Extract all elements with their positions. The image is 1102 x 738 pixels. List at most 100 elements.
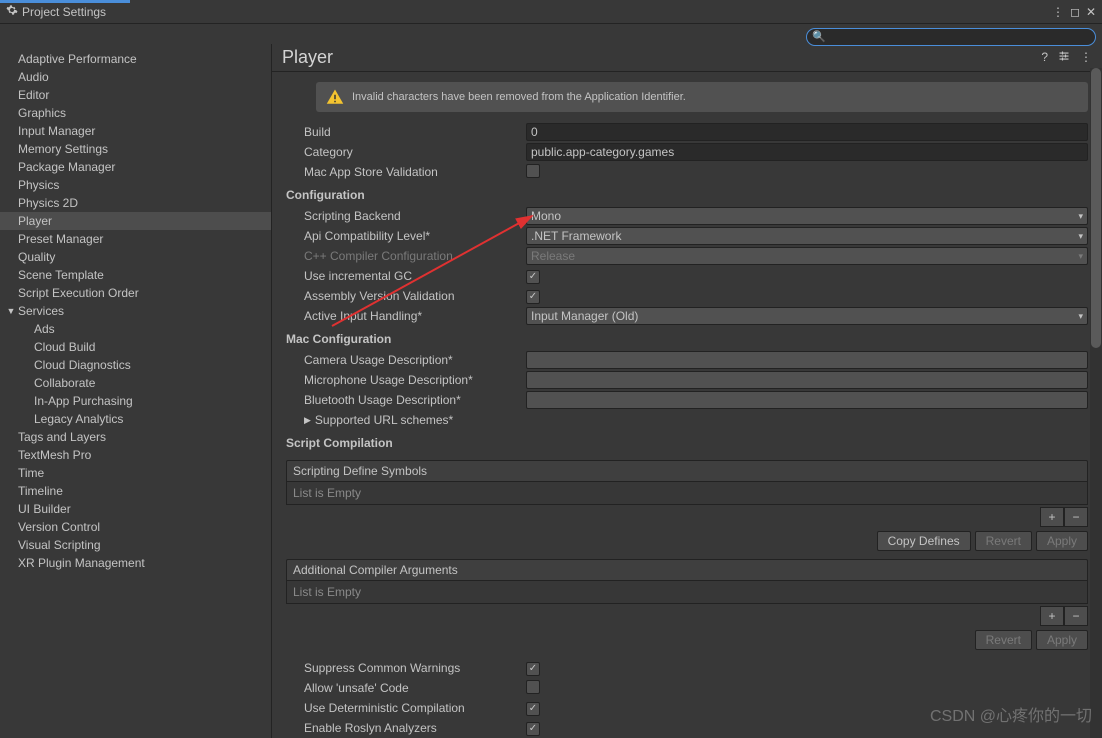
cpp-compiler-dropdown: Release▾ (526, 247, 1088, 265)
sidebar-item-scene-template[interactable]: Scene Template (0, 266, 271, 284)
compiler-args-header: Additional Compiler Arguments (286, 559, 1088, 581)
sidebar-item-cloud-build[interactable]: Cloud Build (0, 338, 271, 356)
scrollbar-thumb[interactable] (1091, 68, 1101, 348)
foldout-icon[interactable]: ▶ (304, 415, 311, 426)
menu-icon[interactable]: ⋮ (1080, 50, 1092, 65)
sidebar-item-collaborate[interactable]: Collaborate (0, 374, 271, 392)
sidebar-item-time[interactable]: Time (0, 464, 271, 482)
section-configuration: Configuration (286, 182, 1088, 206)
add-button[interactable]: + (1040, 507, 1064, 527)
compiler-args-list: List is Empty (286, 581, 1088, 604)
section-script-compilation: Script Compilation (286, 430, 1088, 454)
allow-unsafe-label: Allow 'unsafe' Code (286, 681, 526, 695)
roslyn-checkbox[interactable]: ✓ (526, 722, 540, 736)
menu-icon[interactable]: ⋮ (1052, 5, 1064, 19)
warning-text: Invalid characters have been removed fro… (352, 91, 686, 103)
warning-box: Invalid characters have been removed fro… (316, 82, 1088, 112)
revert-button: Revert (975, 531, 1032, 551)
add-button[interactable]: + (1040, 606, 1064, 626)
titlebar: Project Settings ⋮ ◻ ✕ (0, 0, 1102, 24)
microphone-label: Microphone Usage Description* (286, 373, 526, 387)
active-input-dropdown[interactable]: Input Manager (Old)▾ (526, 307, 1088, 325)
gear-icon (6, 4, 18, 19)
roslyn-label: Enable Roslyn Analyzers (286, 721, 526, 735)
sidebar-item-player[interactable]: Player (0, 212, 271, 230)
revert-button: Revert (975, 630, 1032, 650)
sidebar-item-preset-manager[interactable]: Preset Manager (0, 230, 271, 248)
active-input-label: Active Input Handling* (286, 309, 526, 323)
sidebar-item-physics[interactable]: Physics (0, 176, 271, 194)
category-input[interactable] (526, 143, 1088, 161)
sidebar-item-package-manager[interactable]: Package Manager (0, 158, 271, 176)
sidebar-item-tags-and-layers[interactable]: Tags and Layers (0, 428, 271, 446)
asm-validation-label: Assembly Version Validation (286, 289, 526, 303)
sidebar-item-physics-2d[interactable]: Physics 2D (0, 194, 271, 212)
incremental-gc-label: Use incremental GC (286, 269, 526, 283)
chevron-down-icon: ▾ (1078, 211, 1083, 222)
microphone-input[interactable] (526, 371, 1088, 389)
camera-label: Camera Usage Description* (286, 353, 526, 367)
warning-icon (326, 88, 344, 106)
remove-button[interactable]: − (1064, 507, 1088, 527)
search-input[interactable] (806, 28, 1096, 46)
sidebar-item-quality[interactable]: Quality (0, 248, 271, 266)
help-icon[interactable]: ? (1041, 50, 1048, 65)
sidebar-item-ads[interactable]: Ads (0, 320, 271, 338)
content-header: Player ? ⋮ (272, 44, 1102, 72)
scripting-backend-label: Scripting Backend (286, 209, 526, 223)
build-label: Build (286, 125, 526, 139)
scripting-symbols-list: List is Empty (286, 482, 1088, 505)
close-icon[interactable]: ✕ (1086, 5, 1096, 19)
sidebar-item-visual-scripting[interactable]: Visual Scripting (0, 536, 271, 554)
asm-validation-checkbox[interactable]: ✓ (526, 290, 540, 304)
sidebar-item-version-control[interactable]: Version Control (0, 518, 271, 536)
sidebar-item-timeline[interactable]: Timeline (0, 482, 271, 500)
scroll-body: Invalid characters have been removed fro… (272, 72, 1102, 738)
scrollbar[interactable] (1090, 68, 1102, 738)
sidebar-item-textmesh-pro[interactable]: TextMesh Pro (0, 446, 271, 464)
api-compat-dropdown[interactable]: .NET Framework▾ (526, 227, 1088, 245)
sidebar-item-input-manager[interactable]: Input Manager (0, 122, 271, 140)
allow-unsafe-checkbox[interactable] (526, 680, 540, 694)
chevron-down-icon: ▼ (6, 303, 16, 319)
sidebar-item-cloud-diagnostics[interactable]: Cloud Diagnostics (0, 356, 271, 374)
bluetooth-label: Bluetooth Usage Description* (286, 393, 526, 407)
sidebar-item-editor[interactable]: Editor (0, 86, 271, 104)
camera-input[interactable] (526, 351, 1088, 369)
remove-button[interactable]: − (1064, 606, 1088, 626)
apply-button: Apply (1036, 630, 1088, 650)
apply-button: Apply (1036, 531, 1088, 551)
maximize-icon[interactable]: ◻ (1070, 5, 1080, 19)
build-input[interactable] (526, 123, 1088, 141)
search-icon: 🔍 (812, 30, 826, 43)
mac-appstore-checkbox[interactable] (526, 164, 540, 178)
content-panel: Player ? ⋮ Invalid characters have been … (272, 44, 1102, 738)
sidebar-item-audio[interactable]: Audio (0, 68, 271, 86)
preset-icon[interactable] (1058, 50, 1070, 65)
copy-defines-button[interactable]: Copy Defines (877, 531, 971, 551)
deterministic-label: Use Deterministic Compilation (286, 701, 526, 715)
sidebar-item-services[interactable]: ▼Services (0, 302, 271, 320)
chevron-down-icon: ▾ (1078, 251, 1083, 262)
sidebar-item-adaptive-performance[interactable]: Adaptive Performance (0, 50, 271, 68)
section-mac-config: Mac Configuration (286, 326, 1088, 350)
deterministic-checkbox[interactable]: ✓ (526, 702, 540, 716)
sidebar-item-graphics[interactable]: Graphics (0, 104, 271, 122)
mac-appstore-label: Mac App Store Validation (286, 165, 526, 179)
sidebar-item-script-execution-order[interactable]: Script Execution Order (0, 284, 271, 302)
sidebar-item-in-app-purchasing[interactable]: In-App Purchasing (0, 392, 271, 410)
scripting-backend-dropdown[interactable]: Mono▾ (526, 207, 1088, 225)
bluetooth-input[interactable] (526, 391, 1088, 409)
api-compat-label: Api Compatibility Level* (286, 229, 526, 243)
sidebar: Adaptive PerformanceAudioEditorGraphicsI… (0, 44, 272, 738)
suppress-warnings-label: Suppress Common Warnings (286, 661, 526, 675)
sidebar-item-xr-plugin-management[interactable]: XR Plugin Management (0, 554, 271, 572)
chevron-down-icon: ▾ (1078, 311, 1083, 322)
chevron-down-icon: ▾ (1078, 231, 1083, 242)
sidebar-item-ui-builder[interactable]: UI Builder (0, 500, 271, 518)
cpp-compiler-label: C++ Compiler Configuration (286, 249, 526, 263)
incremental-gc-checkbox[interactable]: ✓ (526, 270, 540, 284)
sidebar-item-memory-settings[interactable]: Memory Settings (0, 140, 271, 158)
sidebar-item-legacy-analytics[interactable]: Legacy Analytics (0, 410, 271, 428)
suppress-warnings-checkbox[interactable]: ✓ (526, 662, 540, 676)
